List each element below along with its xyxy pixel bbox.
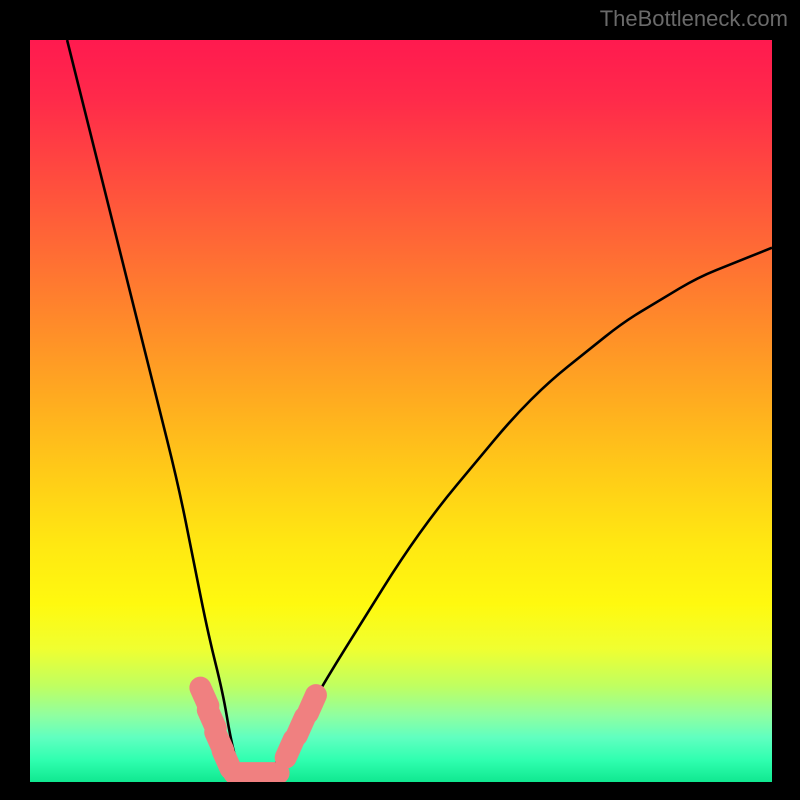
curve-marker: [308, 695, 316, 713]
attribution-text: TheBottleneck.com: [600, 6, 788, 32]
bottleneck-curve-svg: [30, 40, 772, 782]
chart-plot-area: [30, 40, 772, 782]
marker-group: [200, 688, 316, 773]
bottleneck-curve-path: [67, 40, 772, 782]
